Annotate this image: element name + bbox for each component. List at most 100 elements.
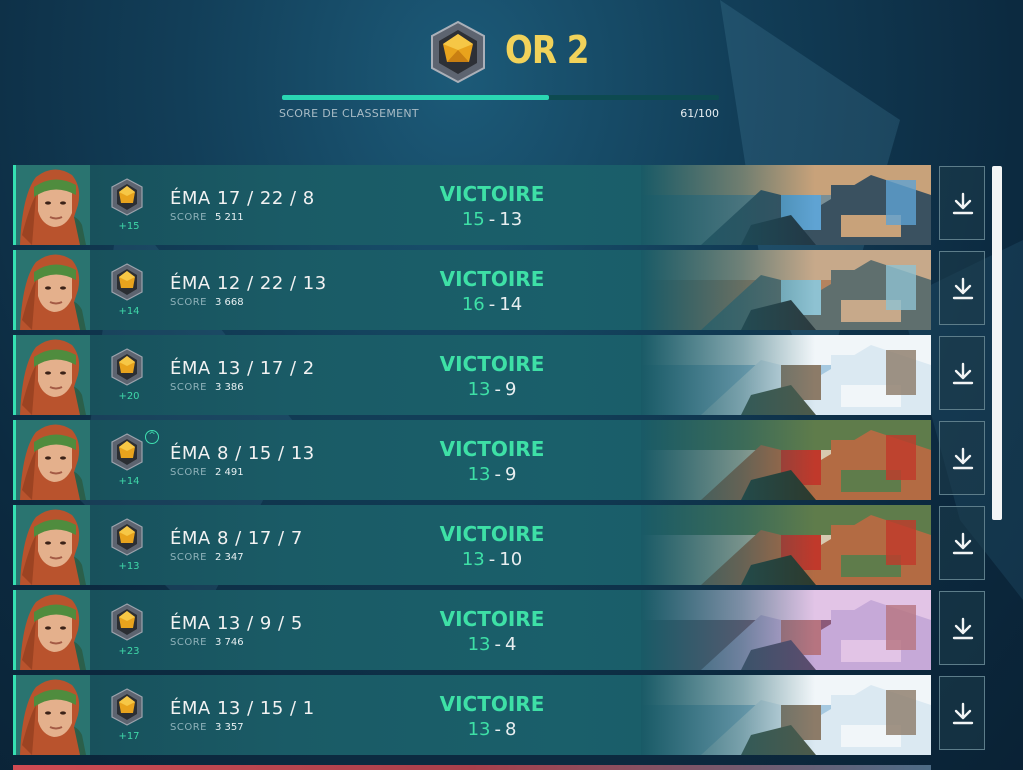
gold-rank-icon	[111, 263, 143, 301]
map-thumbnail	[641, 165, 931, 245]
kda: 8 / 15 / 13	[216, 443, 315, 464]
map-thumbnail	[641, 250, 931, 330]
match-row[interactable]: ^ +14 ÉMA 8 / 15 / 13 SCORE 2 491 VICTOI…	[13, 420, 931, 500]
download-icon	[952, 447, 974, 470]
agent-name: ÉMA	[170, 188, 211, 209]
download-button[interactable]	[939, 421, 985, 495]
gold-rank-icon	[111, 518, 143, 556]
team-score: 13	[467, 464, 491, 485]
rank-rating-change: +17	[118, 731, 140, 742]
agent-name: ÉMA	[170, 358, 211, 379]
enemy-score: 13	[499, 209, 523, 230]
agent-portrait-frame	[16, 505, 90, 585]
kda: 12 / 22 / 13	[216, 273, 327, 294]
agent-name: ÉMA	[170, 613, 211, 634]
download-button[interactable]	[939, 166, 985, 240]
agent-name: ÉMA	[170, 273, 211, 294]
download-button[interactable]	[939, 591, 985, 665]
round-score: 13-9	[413, 379, 571, 400]
agent-portrait	[16, 675, 90, 755]
rank-badge	[110, 177, 144, 217]
gold-rank-icon	[111, 603, 143, 641]
combat-score: 3 668	[215, 297, 244, 308]
match-result: VICTOIRE	[439, 607, 545, 631]
download-icon	[952, 362, 974, 385]
rank-badge	[110, 347, 144, 387]
round-score: 13-9	[413, 464, 571, 485]
agent-kda: ÉMA 13 / 15 / 1	[170, 698, 315, 719]
agent-portrait-frame	[16, 420, 90, 500]
download-icon	[952, 277, 974, 300]
download-icon	[952, 702, 974, 725]
gold-rank-icon	[111, 348, 143, 386]
rank-progress-label: SCORE DE CLASSEMENT	[279, 107, 419, 120]
map-thumbnail	[641, 505, 931, 585]
agent-kda: ÉMA 8 / 15 / 13	[170, 443, 315, 464]
enemy-score: 9	[504, 464, 517, 485]
agent-portrait-frame	[16, 590, 90, 670]
agent-portrait	[16, 505, 90, 585]
rank-badge	[110, 517, 144, 557]
match-row[interactable]: +14 ÉMA 12 / 22 / 13 SCORE 3 668 VICTOIR…	[13, 250, 931, 330]
gold-rank-icon	[111, 433, 143, 471]
agent-portrait-frame	[16, 250, 90, 330]
match-result: VICTOIRE	[439, 437, 545, 461]
match-row[interactable]: +23 ÉMA 13 / 9 / 5 SCORE 3 746 VICTOIRE …	[13, 590, 931, 670]
team-score: 13	[467, 379, 491, 400]
score-separator: -	[494, 719, 501, 740]
agent-portrait	[16, 250, 90, 330]
rank-title: OR 2	[505, 28, 589, 72]
round-score: 13-10	[413, 549, 571, 570]
round-score: 15-13	[413, 209, 571, 230]
download-icon	[952, 192, 974, 215]
download-button[interactable]	[939, 336, 985, 410]
agent-portrait	[16, 420, 90, 500]
enemy-score: 9	[504, 379, 517, 400]
rank-rating-change: +14	[118, 476, 140, 487]
agent-name: ÉMA	[170, 528, 211, 549]
agent-kda: ÉMA 12 / 22 / 13	[170, 273, 327, 294]
match-row[interactable]: +17 ÉMA 13 / 15 / 1 SCORE 3 357 VICTOIRE…	[13, 675, 931, 755]
match-result: VICTOIRE	[439, 352, 545, 376]
chevron-up-icon: ^	[145, 430, 159, 444]
agent-name: ÉMA	[170, 698, 211, 719]
match-row-partial[interactable]	[13, 765, 931, 770]
rank-rating-change: +13	[118, 561, 140, 572]
rank-rating-change: +14	[118, 306, 140, 317]
agent-name: ÉMA	[170, 443, 211, 464]
combat-score: 3 746	[215, 637, 244, 648]
download-icon	[952, 532, 974, 555]
enemy-score: 10	[499, 549, 523, 570]
kda: 8 / 17 / 7	[216, 528, 303, 549]
rank-rating-change: +20	[118, 391, 140, 402]
enemy-score: 14	[499, 294, 523, 315]
match-result: VICTOIRE	[439, 182, 545, 206]
agent-kda: ÉMA 13 / 9 / 5	[170, 613, 303, 634]
match-row[interactable]: +13 ÉMA 8 / 17 / 7 SCORE 2 347 VICTOIRE …	[13, 505, 931, 585]
map-thumbnail	[641, 420, 931, 500]
combat-score: 5 211	[215, 212, 244, 223]
match-row[interactable]: +15 ÉMA 17 / 22 / 8 SCORE 5 211 VICTOIRE…	[13, 165, 931, 245]
gold-rank-icon	[431, 20, 485, 84]
gold-rank-icon	[111, 688, 143, 726]
rank-progress-bar	[282, 95, 719, 100]
team-score: 13	[461, 549, 485, 570]
download-button[interactable]	[939, 506, 985, 580]
score-label: SCORE	[170, 552, 207, 563]
team-score: 16	[461, 294, 485, 315]
download-button[interactable]	[939, 676, 985, 750]
kda: 13 / 17 / 2	[216, 358, 315, 379]
agent-kda: ÉMA 17 / 22 / 8	[170, 188, 315, 209]
scrollbar[interactable]	[992, 166, 1002, 520]
match-result: VICTOIRE	[439, 692, 545, 716]
match-row[interactable]: +20 ÉMA 13 / 17 / 2 SCORE 3 386 VICTOIRE…	[13, 335, 931, 415]
kda: 17 / 22 / 8	[216, 188, 315, 209]
enemy-score: 4	[504, 634, 517, 655]
score-label: SCORE	[170, 212, 207, 223]
rank-progress-fill	[282, 95, 549, 100]
download-button[interactable]	[939, 251, 985, 325]
agent-portrait	[16, 165, 90, 245]
combat-score: 2 491	[215, 467, 244, 478]
agent-kda: ÉMA 13 / 17 / 2	[170, 358, 315, 379]
enemy-score: 8	[504, 719, 517, 740]
